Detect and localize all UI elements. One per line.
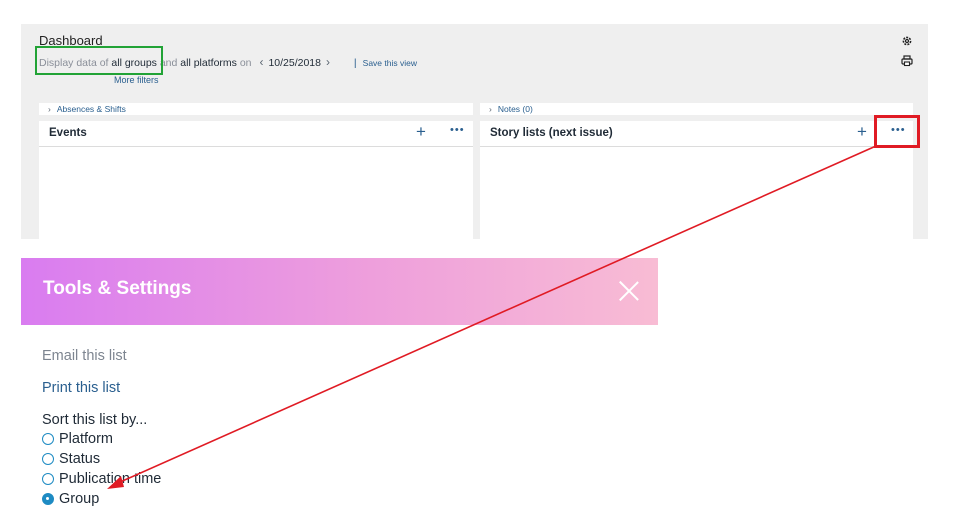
email-list-link[interactable]: Email this list — [42, 348, 127, 364]
notes-label: Notes (0) — [497, 104, 533, 114]
more-options-icon[interactable]: ••• — [450, 124, 465, 136]
filter-prefix: Display data of — [39, 57, 109, 69]
dashboard-panel: Dashboard Display data of all groups and… — [21, 24, 928, 239]
events-card-header: Events + ••• — [39, 121, 473, 147]
page-title: Dashboard — [39, 33, 103, 48]
save-view-link[interactable]: Save this view — [363, 58, 417, 68]
filter-and: and — [159, 57, 178, 69]
filter-row: Display data of all groups and all platf… — [39, 55, 417, 69]
add-icon[interactable]: + — [857, 123, 867, 141]
radio-button[interactable] — [42, 433, 54, 445]
close-icon[interactable] — [618, 280, 640, 302]
chevron-right-icon: › — [48, 104, 51, 114]
radio-button[interactable] — [42, 473, 54, 485]
tools-settings-title: Tools & Settings — [43, 278, 192, 299]
sort-option-label: Publication time — [59, 471, 162, 487]
sort-label: Sort this list by... — [42, 412, 148, 428]
more-options-icon[interactable]: ••• — [891, 124, 906, 136]
add-icon[interactable]: + — [416, 123, 426, 141]
next-date-icon[interactable]: › — [326, 55, 330, 69]
groups-filter[interactable]: all groups — [111, 57, 157, 69]
date-selector[interactable]: 10/25/2018 — [268, 57, 321, 69]
gear-icon[interactable] — [901, 35, 913, 47]
tools-settings-header: Tools & Settings — [21, 258, 658, 325]
events-title: Events — [49, 127, 87, 139]
absences-shifts-label: Absences & Shifts — [56, 104, 126, 114]
radio-button[interactable] — [42, 453, 54, 465]
events-card: Events + ••• — [39, 121, 473, 239]
story-lists-card-header: Story lists (next issue) + ••• — [480, 121, 913, 147]
more-filters-link[interactable]: More filters — [114, 75, 159, 85]
separator: | — [353, 57, 357, 69]
absences-shifts-bar[interactable]: › Absences & Shifts — [39, 103, 473, 115]
sort-option-label: Group — [59, 491, 100, 507]
notes-bar[interactable]: › Notes (0) — [480, 103, 913, 115]
print-list-link[interactable]: Print this list — [42, 380, 120, 396]
filter-on: on — [239, 57, 252, 69]
radio-button-selected[interactable] — [42, 493, 54, 505]
printer-icon[interactable] — [901, 55, 913, 67]
chevron-right-icon: › — [489, 104, 492, 114]
prev-date-icon[interactable]: ‹ — [259, 55, 263, 69]
sort-option-label: Platform — [59, 431, 113, 447]
story-lists-card: Story lists (next issue) + ••• — [480, 121, 913, 239]
story-lists-title: Story lists (next issue) — [490, 127, 613, 139]
sort-option-label: Status — [59, 451, 101, 467]
platforms-filter[interactable]: all platforms — [180, 57, 237, 69]
